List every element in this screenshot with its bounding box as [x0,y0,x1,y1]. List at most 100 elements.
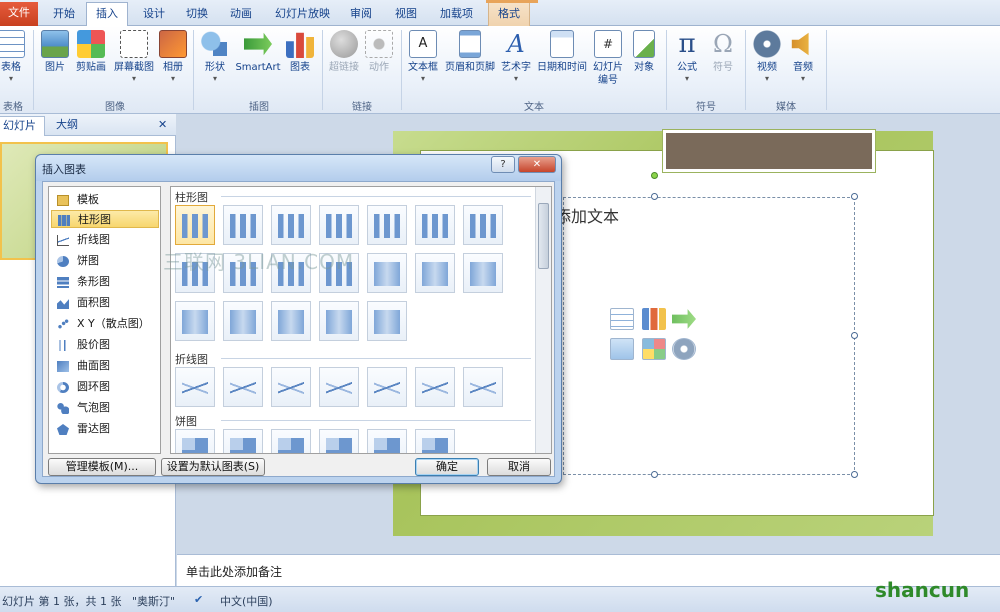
category-templates[interactable]: 模板 [51,191,159,209]
album-button[interactable]: 相册 ▾ [158,30,188,83]
column-chart-type[interactable] [271,205,311,245]
cone-chart-type[interactable] [175,301,215,341]
pie-chart-type[interactable] [271,429,311,453]
column-chart-type[interactable] [463,205,503,245]
column-chart-type[interactable] [367,253,407,293]
close-pane-icon[interactable]: ✕ [150,116,175,136]
category-pie[interactable]: 饼图 [51,252,159,270]
screenshot-button[interactable]: 屏幕截图 ▾ [110,30,158,83]
video-button[interactable]: 视频 ▾ [751,30,783,83]
header-footer-button[interactable]: 页眉和页脚 [443,30,497,74]
category-doughnut[interactable]: 圆环图 [51,378,159,396]
cone-chart-type[interactable] [367,301,407,341]
table-button[interactable]: 表格 ▾ [0,30,26,83]
category-surface[interactable]: 曲面图 [51,357,159,375]
action-button[interactable]: 动作 [364,30,394,74]
resize-handle-right[interactable] [851,332,858,339]
audio-button[interactable]: 音频 ▾ [787,30,819,83]
hyperlink-button[interactable]: 超链接 [327,30,361,74]
pie-chart-type[interactable] [319,429,359,453]
tab-animations[interactable]: 动画 [221,3,261,26]
tab-slideshow[interactable]: 幻灯片放映 [266,3,339,26]
scrollbar-thumb[interactable] [538,203,549,269]
cone-chart-type[interactable] [319,301,359,341]
column-chart-type[interactable] [415,205,455,245]
column-chart-type[interactable] [415,253,455,293]
clipart-button[interactable]: 剪贴画 [73,30,109,74]
category-bar[interactable]: 条形图 [51,273,159,291]
line-chart-type[interactable] [463,367,503,407]
pie-chart-type[interactable] [415,429,455,453]
pie-chart-type[interactable] [175,429,215,453]
insert-smartart-icon[interactable] [672,309,696,329]
dialog-titlebar[interactable]: 插入图表 ? ✕ [36,155,561,181]
column-chart-type[interactable] [175,205,215,245]
manage-templates-button[interactable]: 管理模板(M)... [48,458,156,476]
tab-design[interactable]: 设计 [134,3,174,26]
smartart-button[interactable]: SmartArt [234,30,282,74]
category-scatter[interactable]: X Y（散点图） [51,315,159,333]
column-chart-type[interactable] [319,205,359,245]
theme-name-text[interactable]: "奥斯汀" [132,593,175,609]
pie-chart-type[interactable] [223,429,263,453]
column-chart-type[interactable] [367,205,407,245]
pie-chart-type[interactable] [367,429,407,453]
shapes-button[interactable]: 形状 ▾ [200,30,230,83]
tab-outline[interactable]: 大纲 [48,116,86,136]
symbol-button[interactable]: Ω 符号 [706,30,740,74]
tab-transitions[interactable]: 切换 [177,3,217,26]
insert-media-icon[interactable] [672,338,696,360]
rotation-handle[interactable] [651,172,658,179]
resize-handle-bottom-right[interactable] [851,471,858,478]
category-radar[interactable]: 雷达图 [51,420,159,438]
category-stock[interactable]: 股价图 [51,336,159,354]
line-chart-type[interactable] [367,367,407,407]
help-button[interactable]: ? [491,156,515,173]
line-chart-type[interactable] [319,367,359,407]
tab-review[interactable]: 审阅 [341,3,381,26]
cone-chart-type[interactable] [271,301,311,341]
textbox-button[interactable]: A 文本框 ▾ [405,30,441,83]
slide-number-button[interactable]: # 幻灯片 编号 [590,30,626,87]
equation-button[interactable]: π 公式 ▾ [671,30,703,83]
category-bubble[interactable]: 气泡图 [51,399,159,417]
language-text[interactable]: 中文(中国) [220,593,273,609]
line-chart-type[interactable] [271,367,311,407]
content-placeholder[interactable] [563,197,855,475]
tab-addins[interactable]: 加载项 [431,3,482,26]
gallery-scrollbar[interactable] [535,187,551,453]
object-button[interactable]: 对象 [628,30,660,74]
insert-clipart-icon[interactable] [642,338,666,360]
line-chart-type[interactable] [175,367,215,407]
cone-chart-type[interactable] [223,301,263,341]
tab-file[interactable]: 文件 [0,2,38,26]
tab-slides[interactable]: 幻灯片 [0,116,45,136]
resize-handle-bottom[interactable] [651,471,658,478]
insert-table-icon[interactable] [610,308,634,330]
ok-button[interactable]: 确定 [415,458,479,476]
tab-format[interactable]: 格式 [488,3,530,26]
picture-button[interactable]: 图片 [40,30,70,74]
line-chart-type[interactable] [223,367,263,407]
tab-view[interactable]: 视图 [386,3,426,26]
category-column[interactable]: 柱形图 [51,210,159,228]
close-button[interactable]: ✕ [518,156,556,173]
tab-home[interactable]: 开始 [44,3,84,26]
category-line[interactable]: 折线图 [51,231,159,249]
resize-handle-top-right[interactable] [851,193,858,200]
column-chart-type[interactable] [463,253,503,293]
cancel-button[interactable]: 取消 [487,458,551,476]
set-default-chart-button[interactable]: 设置为默认图表(S) [161,458,265,476]
column-chart-type[interactable] [223,205,263,245]
wordart-button[interactable]: A 艺术字 ▾ [498,30,534,83]
line-chart-type[interactable] [415,367,455,407]
category-area[interactable]: 面积图 [51,294,159,312]
datetime-button[interactable]: 日期和时间 [535,30,589,74]
chart-button[interactable]: 图表 [285,30,315,74]
tab-insert[interactable]: 插入 [86,2,128,26]
spellcheck-icon[interactable]: ✔ [194,593,203,606]
placeholder-text[interactable]: 添加文本 [555,203,619,227]
resize-handle-top[interactable] [651,193,658,200]
insert-picture-icon[interactable] [610,338,634,360]
insert-chart-icon[interactable] [642,308,666,330]
